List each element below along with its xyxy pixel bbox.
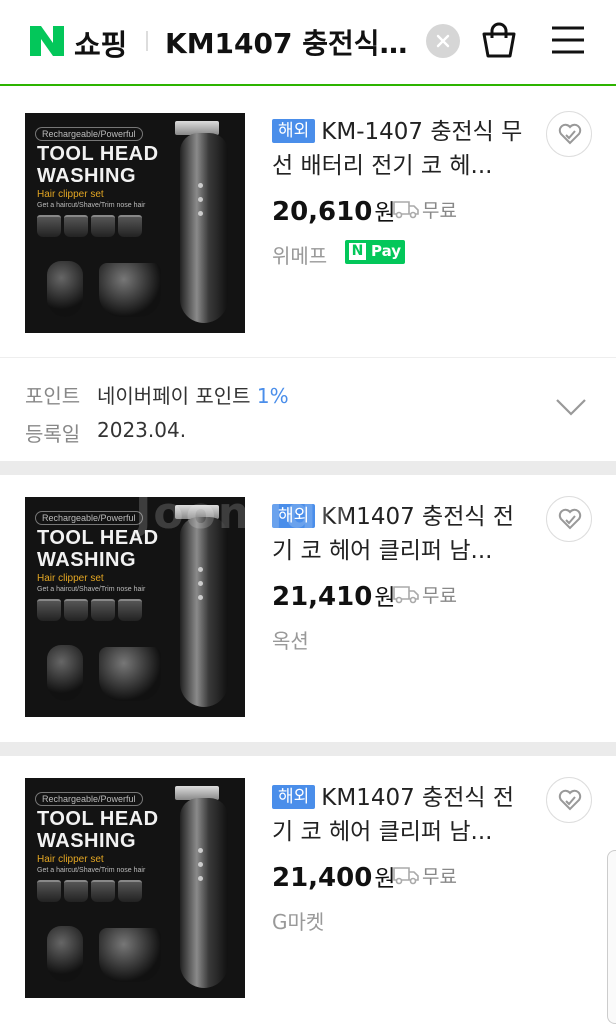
section-divider [0, 461, 616, 475]
product-details[interactable]: 포인트 네이버페이 포인트 1% 등록일 2023.04. [0, 357, 616, 461]
overseas-badge: 해외 [272, 785, 316, 809]
heart-icon [558, 508, 582, 530]
naver-pay-badge: N Pay [345, 240, 405, 264]
header-separator [146, 31, 148, 51]
shopping-brand[interactable]: 쇼핑 [74, 22, 127, 64]
shaver-head [99, 647, 161, 701]
shaver-head [99, 263, 161, 317]
mall-name[interactable]: 위메프 [272, 240, 327, 269]
n-logo-icon[interactable] [30, 26, 64, 56]
clear-icon [436, 34, 450, 48]
delivery-truck-icon [393, 201, 419, 219]
points-label: 포인트 [25, 384, 81, 408]
registered-date: 2023.04. [97, 418, 187, 442]
product-card[interactable]: Rechargeable/Powerful TOOL HEAD WASHING H… [0, 756, 616, 1024]
points-value: 네이버페이 포인트 1% [97, 384, 289, 408]
watermark: Joonggo [135, 488, 351, 539]
product-thumbnail[interactable]: Rechargeable/Powerful TOOL HEAD WASHING H… [25, 778, 245, 998]
clipper-button [198, 848, 203, 853]
clipper-button [198, 876, 203, 881]
clipper-body [180, 133, 228, 323]
product-thumbnail[interactable]: Rechargeable/Powerful TOOL HEAD WASHING H… [25, 113, 245, 333]
image-caption: Get a haircut/Shave/Trim nose hair [37, 586, 146, 593]
mall-name[interactable]: 옥션 [272, 625, 309, 654]
image-caption: Get a haircut/Shave/Trim nose hair [37, 867, 146, 874]
product-title[interactable]: 해외 KM1407 충전식 전 기 코 헤어 클리퍼 남... [272, 781, 534, 849]
clipper-button [198, 862, 203, 867]
wishlist-button[interactable] [546, 111, 592, 157]
nose-trimmer-head [47, 261, 83, 317]
search-query[interactable]: KM1407 충전식 무선 배터리 전기 코 헤어 클리퍼 [165, 22, 415, 62]
clipper-button [198, 567, 203, 572]
heart-icon [558, 123, 582, 145]
shipping-fee: 무료 [422, 200, 457, 222]
comb-attachments [37, 599, 145, 625]
image-pill-text: Rechargeable/Powerful [35, 511, 143, 525]
product-title[interactable]: 해외 KM-1407 충전식 무 선 배터리 전기 코 헤... [272, 115, 534, 183]
menu-icon[interactable] [550, 24, 586, 56]
chevron-down-icon[interactable] [555, 398, 587, 416]
shopping-bag-icon[interactable] [481, 21, 517, 59]
clipper-button [198, 595, 203, 600]
shaver-head [99, 928, 161, 982]
product-price: 21,410원 [272, 582, 396, 612]
scroll-handle[interactable] [607, 850, 616, 1024]
comb-attachments [37, 880, 145, 906]
heart-icon [558, 789, 582, 811]
section-divider [0, 742, 616, 756]
product-price: 20,610원 [272, 197, 396, 227]
image-headline: TOOL HEAD WASHING [37, 143, 159, 187]
clear-search-button[interactable] [426, 24, 460, 58]
clipper-body [180, 517, 228, 707]
product-card[interactable]: Rechargeable/Powerful TOOL HEAD WASHING H… [0, 88, 616, 358]
n-logo-icon: N [349, 243, 366, 260]
delivery-truck-icon [393, 867, 419, 885]
delivery-truck-icon [393, 586, 419, 604]
product-price: 21,400원 [272, 863, 396, 893]
nose-trimmer-head [47, 926, 83, 982]
image-subtitle: Hair clipper set [37, 854, 104, 865]
image-subtitle: Hair clipper set [37, 573, 104, 584]
overseas-badge: 해외 [272, 119, 316, 143]
comb-attachments [37, 215, 145, 241]
clipper-body [180, 798, 228, 988]
mall-name[interactable]: G마켓 [272, 906, 324, 935]
clipper-button [198, 197, 203, 202]
clipper-button [198, 211, 203, 216]
image-subtitle: Hair clipper set [37, 189, 104, 200]
top-header: 쇼핑 KM1407 충전식 무선 배터리 전기 코 헤어 클리퍼 [0, 0, 616, 86]
image-caption: Get a haircut/Shave/Trim nose hair [37, 202, 146, 209]
wishlist-button[interactable] [546, 496, 592, 542]
wishlist-button[interactable] [546, 777, 592, 823]
clipper-button [198, 581, 203, 586]
shipping-fee: 무료 [422, 585, 457, 607]
image-headline: TOOL HEAD WASHING [37, 808, 159, 852]
image-pill-text: Rechargeable/Powerful [35, 127, 143, 141]
shipping-fee: 무료 [422, 866, 457, 888]
registered-label: 등록일 [25, 422, 81, 446]
image-pill-text: Rechargeable/Powerful [35, 792, 143, 806]
nose-trimmer-head [47, 645, 83, 701]
clipper-button [198, 183, 203, 188]
